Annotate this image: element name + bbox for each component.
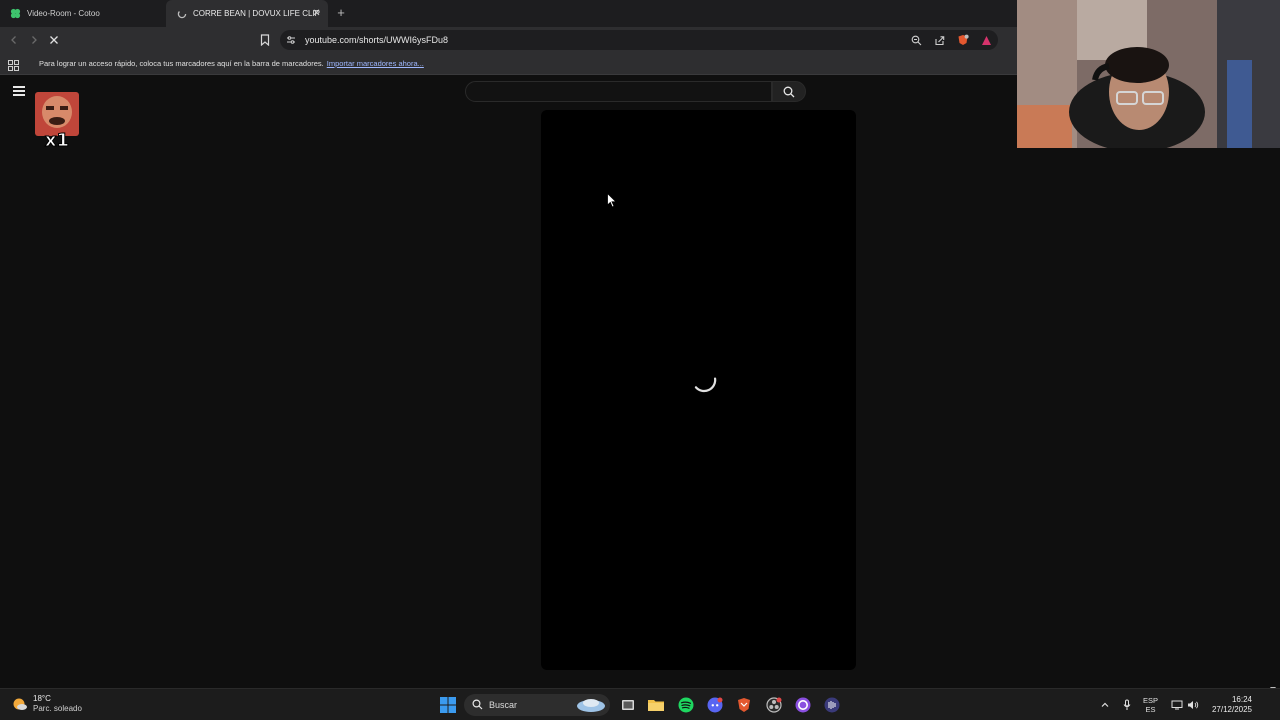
audio-app-icon[interactable] <box>823 696 841 714</box>
tab-title: CORRE BEAN | DOVUX LIFE CLIP <box>193 9 320 18</box>
partly-sunny-icon <box>13 698 27 710</box>
discord-icon[interactable] <box>706 696 724 714</box>
windows-start-icon[interactable] <box>439 696 457 714</box>
taskbar-search-label: Buscar <box>489 700 518 710</box>
weather-temp: 18°C <box>33 694 51 703</box>
zoom-out-icon[interactable] <box>909 33 923 47</box>
clover-icon <box>10 8 21 19</box>
loading-icon <box>176 8 187 19</box>
url-text: youtube.com/shorts/UWWI6ysFDu8 <box>305 35 449 45</box>
lang-bottom: ES <box>1145 705 1156 714</box>
clock-time: 16:24 <box>1231 695 1252 704</box>
search-button[interactable] <box>772 81 806 102</box>
task-view-icon[interactable] <box>619 696 637 714</box>
bookmarks-hint: Para lograr un acceso rápido, coloca tus… <box>39 59 324 68</box>
shorts-video-player[interactable] <box>541 110 856 670</box>
show-hidden-icons-icon[interactable] <box>1096 696 1114 714</box>
tab-title: Video-Room - Cotoo <box>27 9 100 18</box>
bookmark-icon[interactable] <box>257 32 273 48</box>
search-input[interactable] <box>465 81 772 102</box>
weather-widget[interactable]: 18°C Parc. soleado <box>12 694 82 714</box>
site-info-icon[interactable] <box>284 33 298 47</box>
brave-shields-icon[interactable] <box>956 33 970 47</box>
search-icon <box>783 86 795 97</box>
emote-sticker: x1 <box>35 92 79 152</box>
spotify-icon[interactable] <box>677 696 695 714</box>
tab-bar: Video-Room - Cotoo CORRE BEAN | DOVUX LI… <box>0 0 1017 27</box>
obs-icon[interactable] <box>765 696 783 714</box>
search-icon <box>472 699 483 710</box>
menu-icon[interactable] <box>13 86 25 96</box>
bookmarks-bar: Para lograr un acceso rápido, coloca tus… <box>0 53 1017 75</box>
file-explorer-icon[interactable] <box>647 696 665 714</box>
import-bookmarks-link[interactable]: Importar marcadores ahora... <box>327 59 424 68</box>
volume-icon[interactable] <box>1184 696 1202 714</box>
microphone-icon[interactable] <box>1118 696 1136 714</box>
close-tab-icon[interactable]: ✕ <box>311 8 322 19</box>
system-clock[interactable]: 16:24 27/12/2025 <box>1212 695 1252 715</box>
taskbar: 18°C Parc. soleado Buscar ESP ES 16:24 2… <box>0 688 1280 720</box>
screen: Video-Room - Cotoo CORRE BEAN | DOVUX LI… <box>0 0 1280 720</box>
brave-browser-icon[interactable] <box>735 696 753 714</box>
scroll-down-icon[interactable] <box>1269 680 1277 691</box>
lang-top: ESP <box>1143 696 1159 705</box>
language-indicator[interactable]: ESP ES <box>1143 696 1158 714</box>
taskbar-search[interactable]: Buscar <box>464 694 610 716</box>
stop-loading-icon[interactable] <box>46 32 62 48</box>
address-bar[interactable]: youtube.com/shorts/UWWI6ysFDu8 <box>280 30 998 50</box>
clock-date: 27/12/2025 <box>1211 705 1252 714</box>
weather-condition: Parc. soleado <box>33 704 82 713</box>
youtube-shorts-page: x1 <box>0 76 1280 691</box>
bookmarks-message: Para lograr un acceso rápido, coloca tus… <box>39 59 424 68</box>
new-tab-button[interactable]: + <box>334 6 348 20</box>
brave-rewards-icon[interactable] <box>979 33 993 47</box>
back-icon[interactable] <box>6 32 22 48</box>
tab-video-room[interactable]: Video-Room - Cotoo <box>0 0 166 27</box>
toolbar: youtube.com/shorts/UWWI6ysFDu8 <box>0 27 1017 53</box>
svg-text:x1: x1 <box>45 130 69 148</box>
apps-grid-icon[interactable] <box>8 58 19 76</box>
loading-spinner-icon <box>694 373 722 401</box>
mouse-cursor-icon <box>607 192 617 208</box>
search-highlight-icon <box>577 699 605 712</box>
webcam-overlay <box>1017 0 1280 148</box>
share-icon[interactable] <box>932 33 946 47</box>
tab-youtube[interactable]: CORRE BEAN | DOVUX LIFE CLIP ✕ <box>166 0 328 27</box>
forward-icon[interactable] <box>26 32 42 48</box>
circle-app-icon[interactable] <box>794 696 812 714</box>
